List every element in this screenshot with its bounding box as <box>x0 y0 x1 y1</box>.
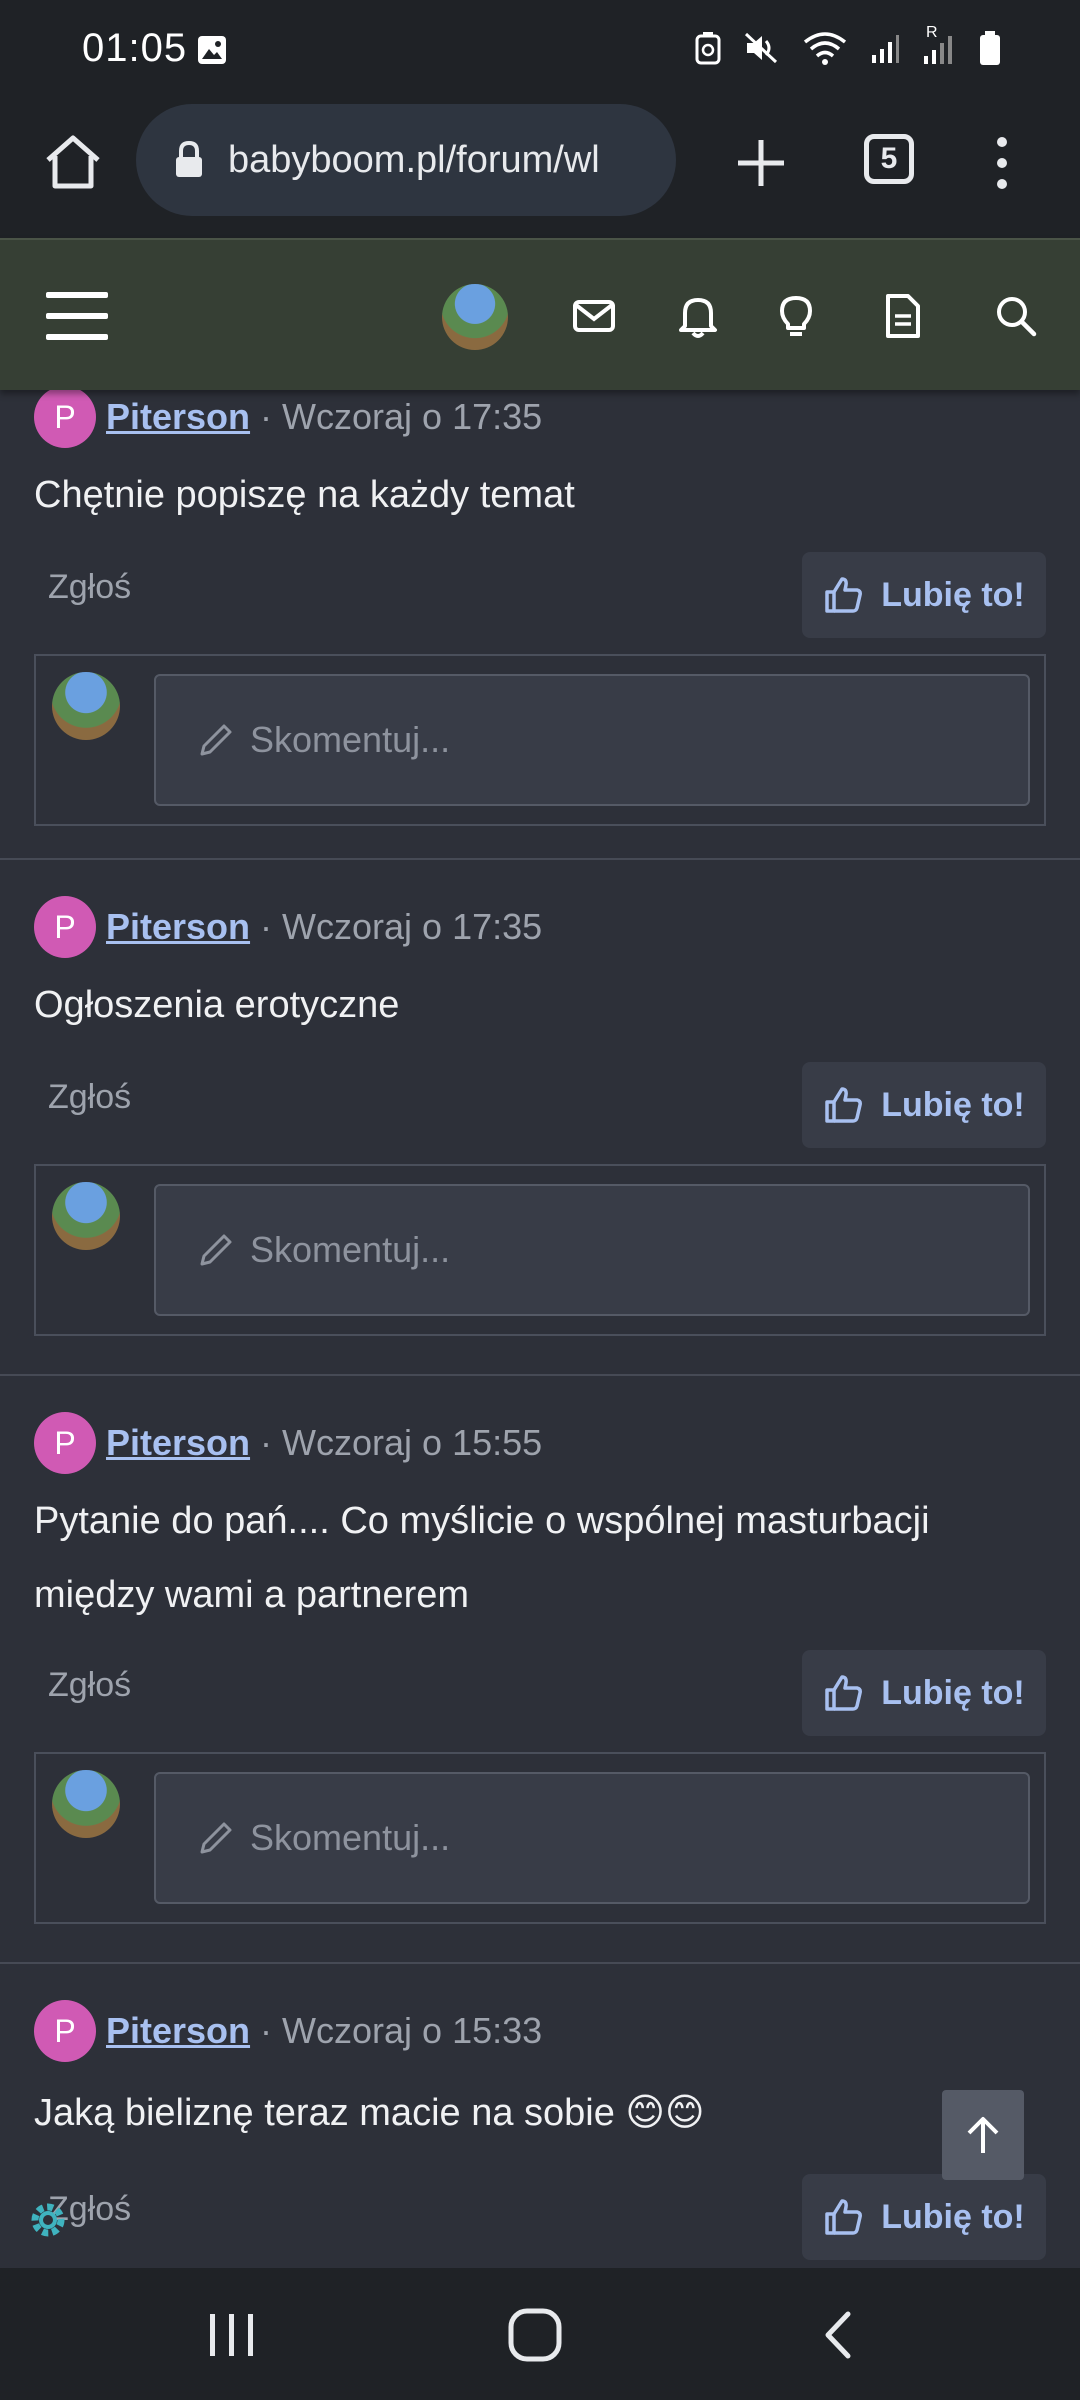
search-icon[interactable] <box>988 288 1044 344</box>
thumbs-up-icon <box>825 1675 863 1711</box>
like-button[interactable]: Lubię to! <box>802 1650 1046 1736</box>
home-nav-icon[interactable] <box>506 2306 564 2364</box>
comment-input[interactable]: Skomentuj... <box>154 1184 1030 1316</box>
post: P Piterson · Wczoraj o 17:35 Chętnie pop… <box>0 386 1080 860</box>
post-time: · Wczoraj o 15:33 <box>260 2010 543 2051</box>
address-bar[interactable]: babyboom.pl/forum/wl <box>136 104 676 216</box>
post: P Piterson · Wczoraj o 17:35 Ogłoszenia … <box>0 860 1080 1376</box>
comment-placeholder: Skomentuj... <box>250 1229 451 1270</box>
posts-feed: P Piterson · Wczoraj o 17:35 Chętnie pop… <box>0 386 1080 2264</box>
post-header: P Piterson · Wczoraj o 15:55 <box>34 1412 542 1474</box>
status-time: 01:05 <box>82 26 188 70</box>
url-text: babyboom.pl/forum/wl <box>228 138 600 181</box>
post-text: Jaką bieliznę teraz macie na sobie 😊😊 <box>34 2092 705 2134</box>
like-button[interactable]: Lubię to! <box>802 1062 1046 1148</box>
more-menu-icon[interactable] <box>982 130 1022 196</box>
lightbulb-icon[interactable] <box>768 288 824 344</box>
arrow-up-icon <box>967 2117 999 2153</box>
battery-icon <box>980 31 1000 65</box>
thumbs-up-icon <box>825 2199 863 2235</box>
post-header: P Piterson · Wczoraj o 17:35 <box>34 386 542 448</box>
new-tab-icon[interactable] <box>728 130 794 196</box>
browser-toolbar: babyboom.pl/forum/wl 5 <box>0 100 1080 238</box>
author-name-link[interactable]: Piterson <box>106 1422 250 1464</box>
comment-box: Skomentuj... <box>34 654 1046 826</box>
post: P Piterson · Wczoraj o 15:55 Pytanie do … <box>0 1376 1080 1964</box>
document-icon[interactable] <box>874 288 930 344</box>
post: P Piterson · Wczoraj o 15:33 Jaką bieliz… <box>0 1964 1080 2264</box>
post-time: · Wczoraj o 17:35 <box>260 906 543 947</box>
pencil-icon <box>200 1234 232 1266</box>
author-avatar[interactable]: P <box>34 1412 96 1474</box>
post-time: · Wczoraj o 15:55 <box>260 1422 543 1463</box>
post-time: · Wczoraj o 17:35 <box>260 396 543 437</box>
status-bar: 01:05 R <box>0 0 1080 100</box>
hamburger-menu-icon[interactable] <box>44 288 110 344</box>
author-name-link[interactable]: Piterson <box>106 396 250 438</box>
gallery-notification-icon <box>198 36 226 64</box>
report-link[interactable]: Zgłoś <box>48 568 131 607</box>
like-label: Lubię to! <box>881 575 1025 614</box>
home-icon[interactable] <box>40 130 106 196</box>
thumbs-up-icon <box>825 1087 863 1123</box>
like-button[interactable]: Lubię to! <box>802 2174 1046 2260</box>
commenter-avatar <box>52 672 120 740</box>
wifi-icon <box>803 32 847 65</box>
post-text: Pytanie do pań.... Co myślicie o wspólne… <box>34 1500 930 1616</box>
author-avatar[interactable]: P <box>34 386 96 448</box>
comment-placeholder: Skomentuj... <box>250 719 451 760</box>
signal-icon <box>872 35 899 63</box>
site-header <box>0 238 1080 390</box>
thumbs-up-icon <box>825 577 863 613</box>
back-nav-icon[interactable] <box>818 2308 858 2362</box>
tab-switcher-button[interactable]: 5 <box>864 134 914 184</box>
mute-icon <box>744 32 778 64</box>
comment-placeholder: Skomentuj... <box>250 1817 451 1858</box>
recent-apps-icon[interactable] <box>204 2310 260 2360</box>
author-avatar[interactable]: P <box>34 896 96 958</box>
scroll-to-top-button[interactable] <box>942 2090 1024 2180</box>
settings-gear-icon[interactable] <box>24 2196 72 2244</box>
author-name-link[interactable]: Piterson <box>106 2010 250 2052</box>
lock-icon <box>176 141 202 177</box>
comment-input[interactable]: Skomentuj... <box>154 1772 1030 1904</box>
commenter-avatar <box>52 1182 120 1250</box>
comment-input[interactable]: Skomentuj... <box>154 674 1030 806</box>
post-header: P Piterson · Wczoraj o 17:35 <box>34 896 542 958</box>
like-label: Lubię to! <box>881 1085 1025 1124</box>
pencil-icon <box>200 724 232 756</box>
author-name-link[interactable]: Piterson <box>106 906 250 948</box>
battery-saver-icon <box>695 32 721 65</box>
comment-box: Skomentuj... <box>34 1752 1046 1924</box>
commenter-avatar <box>52 1770 120 1838</box>
like-button[interactable]: Lubię to! <box>802 552 1046 638</box>
pencil-icon <box>200 1822 232 1854</box>
system-navigation-bar <box>0 2268 1080 2400</box>
post-header: P Piterson · Wczoraj o 15:33 <box>34 2000 542 2062</box>
post-text: Chętnie popiszę na każdy temat <box>34 474 575 516</box>
user-avatar[interactable] <box>442 284 508 350</box>
signal-2-icon <box>924 36 952 64</box>
report-link[interactable]: Zgłoś <box>48 1078 131 1117</box>
messages-icon[interactable] <box>566 288 622 344</box>
post-text: Ogłoszenia erotyczne <box>34 984 400 1026</box>
like-label: Lubię to! <box>881 1673 1025 1712</box>
author-avatar[interactable]: P <box>34 2000 96 2062</box>
comment-box: Skomentuj... <box>34 1164 1046 1336</box>
report-link[interactable]: Zgłoś <box>48 1666 131 1705</box>
signal-roaming: R <box>922 24 956 66</box>
like-label: Lubię to! <box>881 2197 1025 2236</box>
notifications-bell-icon[interactable] <box>670 288 726 344</box>
